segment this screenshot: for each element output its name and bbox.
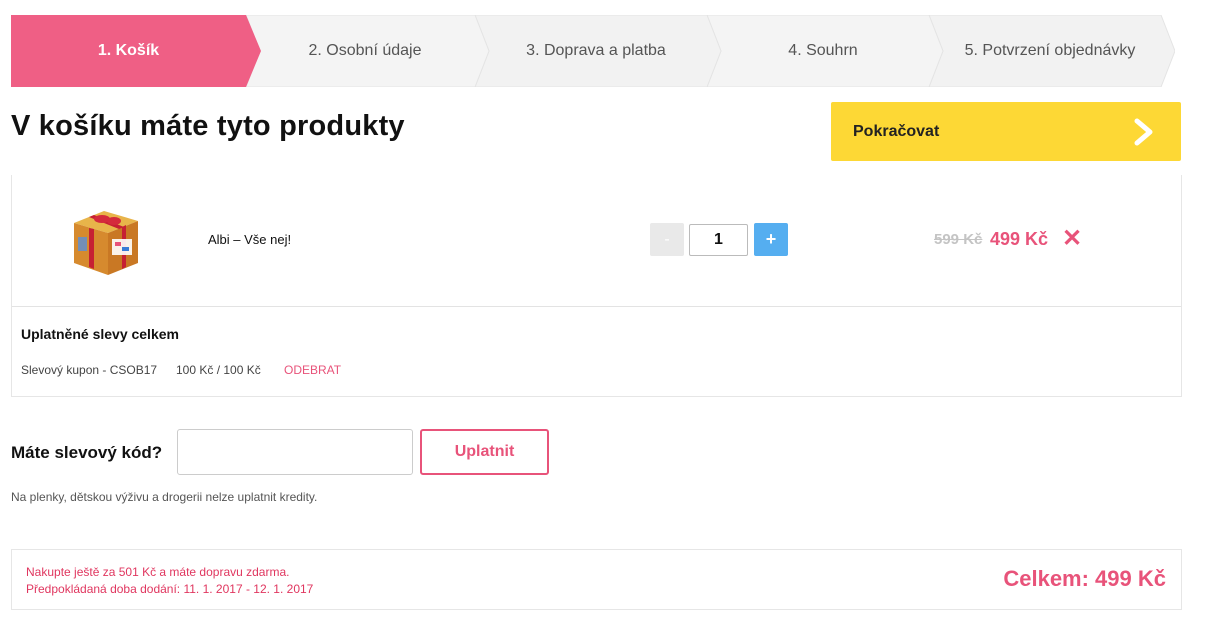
- page-title: V košíku máte tyto produkty: [11, 110, 405, 142]
- coupon-amount: 100 Kč / 100 Kč: [176, 363, 261, 377]
- remove-item-icon[interactable]: ✕: [1062, 227, 1082, 251]
- discount-code-input[interactable]: [177, 429, 413, 475]
- credits-note: Na plenky, dětskou výživu a drogerii nel…: [11, 490, 318, 504]
- quantity-increase-button[interactable]: +: [754, 223, 788, 256]
- discounted-price: 499 Kč: [990, 229, 1049, 249]
- applied-discounts: Uplatněné slevy celkem Slevový kupon - C…: [12, 307, 1181, 397]
- order-summary: Nakupte ještě za 501 Kč a máte dopravu z…: [11, 549, 1182, 610]
- discount-code-label: Máte slevový kód?: [11, 443, 163, 462]
- step-5-confirm[interactable]: 5. Potvrzení objednávky: [939, 15, 1161, 87]
- discounts-title: Uplatněné slevy celkem: [21, 326, 179, 342]
- remove-coupon-link[interactable]: ODEBRAT: [284, 363, 341, 377]
- cart-items: Albi – Vše nej! - + 599 Kč 499 Kč ✕ Upla…: [11, 175, 1182, 397]
- coupon-name: Slevový kupon - CSOB17: [21, 363, 158, 377]
- cart-total: Celkem: 499 Kč: [1003, 566, 1166, 591]
- continue-button[interactable]: Pokračovat: [831, 102, 1181, 161]
- apply-code-button[interactable]: Uplatnit: [420, 429, 549, 475]
- step-3-shipping[interactable]: 3. Doprava a platba: [485, 15, 707, 87]
- continue-label: Pokračovat: [853, 123, 940, 140]
- cart-item-row: Albi – Vše nej! - + 599 Kč 499 Kč ✕: [12, 175, 1181, 307]
- quantity-decrease-button[interactable]: -: [650, 223, 684, 256]
- checkout-steps: 1. Košík 2. Osobní údaje 3. Doprava a pl…: [11, 15, 1175, 87]
- delivery-estimate: Předpokládaná doba dodání: 11. 1. 2017 -…: [26, 582, 314, 596]
- original-price: 599 Kč: [934, 231, 983, 248]
- product-image[interactable]: [64, 201, 146, 283]
- step-2-personal[interactable]: 2. Osobní údaje: [256, 15, 474, 87]
- chevron-right-icon: [1134, 118, 1153, 146]
- step-4-summary[interactable]: 4. Souhrn: [717, 15, 929, 87]
- free-shipping-note: Nakupte ještě za 501 Kč a máte dopravu z…: [26, 565, 290, 579]
- product-name[interactable]: Albi – Vše nej!: [208, 232, 291, 247]
- step-1-cart[interactable]: 1. Košík: [11, 15, 246, 87]
- quantity-input[interactable]: [689, 224, 748, 256]
